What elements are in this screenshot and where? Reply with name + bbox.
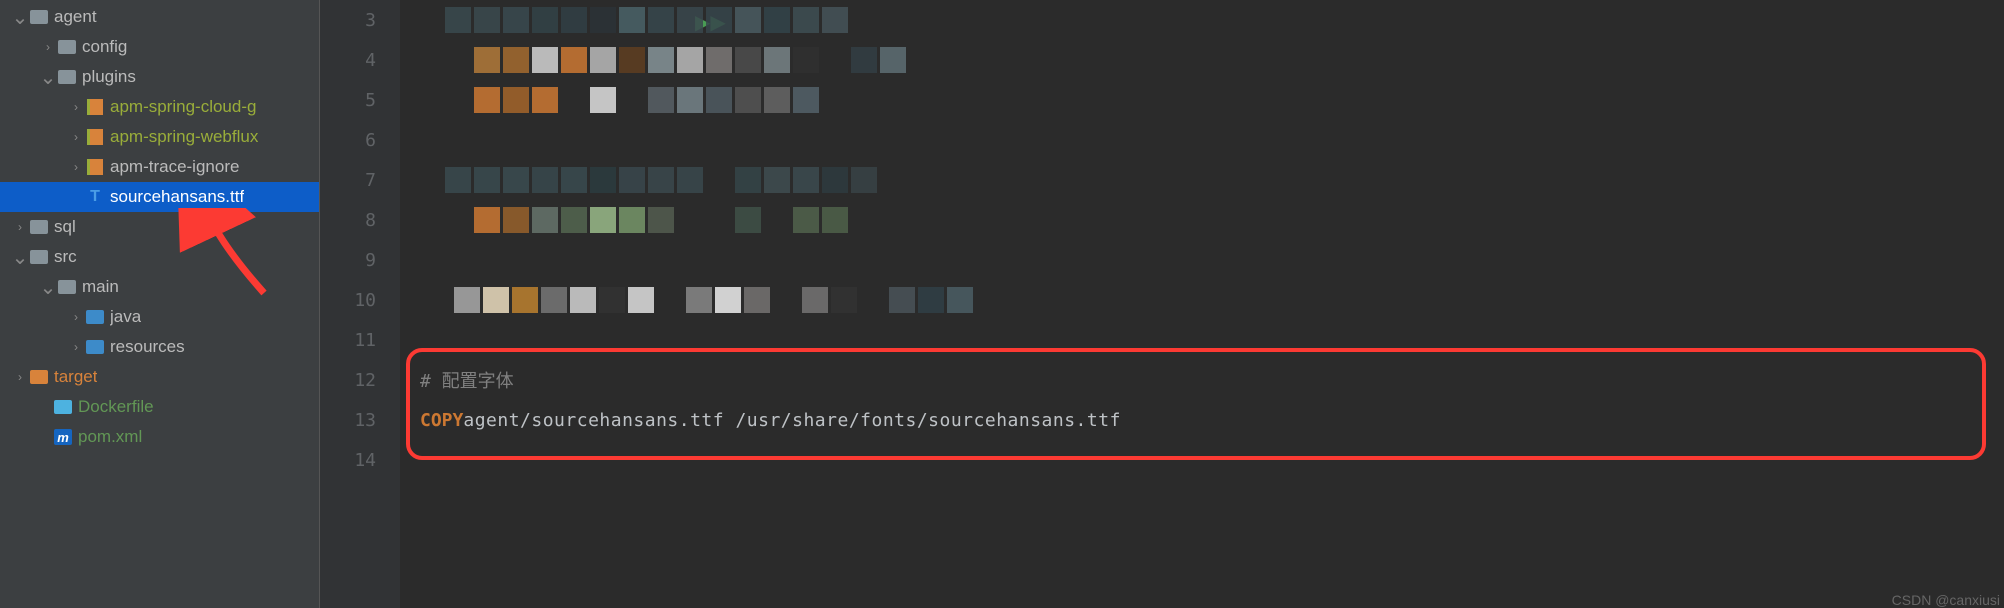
chevron-right-icon[interactable]: › xyxy=(40,40,56,54)
line-number: 14 xyxy=(320,440,376,480)
code-line-9[interactable] xyxy=(400,240,2004,280)
tree-item-label: Dockerfile xyxy=(78,397,154,417)
chevron-right-icon[interactable]: › xyxy=(68,130,84,144)
tree-item-label: pom.xml xyxy=(78,427,142,447)
tree-item-label: src xyxy=(54,247,77,267)
tree-item-label: sourcehansans.ttf xyxy=(110,187,244,207)
line-number: 6 xyxy=(320,120,376,160)
project-tree-sidebar[interactable]: ⌄ agent › config ⌄ plugins › apm-spring-cloud-g… xyxy=(0,0,320,608)
tree-item-dockerfile[interactable]: Dockerfile xyxy=(0,392,319,422)
chevron-down-icon[interactable]: ⌄ xyxy=(12,5,28,30)
tree-item-label: apm-spring-cloud-g xyxy=(110,97,256,117)
tree-item-plugins[interactable]: ⌄ plugins xyxy=(0,62,319,92)
comment-text: # 配置字体 xyxy=(420,367,514,393)
tree-item-pom-xml[interactable]: mpom.xml xyxy=(0,422,319,452)
module-icon xyxy=(84,158,106,176)
code-line-13[interactable]: COPY agent/sourcehansans.ttf /usr/share/… xyxy=(400,400,2004,440)
tree-item-label: resources xyxy=(110,337,185,357)
tree-item-agent[interactable]: ⌄ agent xyxy=(0,2,319,32)
chevron-down-icon[interactable]: ⌄ xyxy=(40,65,56,90)
line-number: 7 xyxy=(320,160,376,200)
code-line-3[interactable] xyxy=(400,0,2004,40)
chevron-down-icon[interactable]: ⌄ xyxy=(40,275,56,300)
line-number: 5 xyxy=(320,80,376,120)
line-number-gutter: 34567891011121314 xyxy=(320,0,400,608)
tree-item-apm-spring-cloud-g[interactable]: › apm-spring-cloud-g xyxy=(0,92,319,122)
keyword-text: COPY xyxy=(420,410,463,431)
line-number: 4 xyxy=(320,40,376,80)
font-file-icon: T xyxy=(84,188,106,206)
code-line-11[interactable] xyxy=(400,320,2004,360)
tree-item-java[interactable]: › java xyxy=(0,302,319,332)
code-line-8[interactable] xyxy=(400,200,2004,240)
tree-item-label: main xyxy=(82,277,119,297)
chevron-down-icon[interactable]: ⌄ xyxy=(12,245,28,270)
tree-item-config[interactable]: › config xyxy=(0,32,319,62)
obfuscated-content xyxy=(445,7,848,33)
chevron-right-icon[interactable]: › xyxy=(68,340,84,354)
obfuscated-content xyxy=(445,47,906,73)
obfuscated-content xyxy=(445,207,848,233)
tree-item-apm-spring-webflux[interactable]: › apm-spring-webflux xyxy=(0,122,319,152)
code-line-4[interactable] xyxy=(400,40,2004,80)
line-number: 3 xyxy=(320,0,376,40)
folder-icon xyxy=(28,248,50,266)
module-icon xyxy=(84,128,106,146)
tree-item-label: apm-trace-ignore xyxy=(110,157,239,177)
tree-item-label: java xyxy=(110,307,141,327)
chevron-right-icon[interactable]: › xyxy=(12,220,28,234)
target-folder-icon xyxy=(28,368,50,386)
line-number: 12 xyxy=(320,360,376,400)
folder-icon xyxy=(56,68,78,86)
code-editor[interactable]: ▶▶ 34567891011121314 # 配置字体COPY agent/so… xyxy=(320,0,2004,608)
tree-item-target[interactable]: › target xyxy=(0,362,319,392)
obfuscated-content xyxy=(445,87,819,113)
chevron-right-icon[interactable]: › xyxy=(68,160,84,174)
tree-item-main[interactable]: ⌄ main xyxy=(0,272,319,302)
line-number: 13 xyxy=(320,400,376,440)
tree-item-src[interactable]: ⌄ src xyxy=(0,242,319,272)
docker-file-icon xyxy=(52,398,74,416)
line-number: 10 xyxy=(320,280,376,320)
tree-item-label: plugins xyxy=(82,67,136,87)
tree-item-sql[interactable]: › sql xyxy=(0,212,319,242)
tree-item-resources[interactable]: › resources xyxy=(0,332,319,362)
code-text: agent/sourcehansans.ttf /usr/share/fonts… xyxy=(463,410,1121,431)
code-line-14[interactable] xyxy=(400,440,2004,480)
folder-icon xyxy=(56,278,78,296)
tree-item-apm-trace-ignore[interactable]: › apm-trace-ignore xyxy=(0,152,319,182)
module-icon xyxy=(84,98,106,116)
line-number: 11 xyxy=(320,320,376,360)
chevron-right-icon[interactable]: › xyxy=(68,100,84,114)
obfuscated-content xyxy=(425,287,973,313)
obfuscated-content xyxy=(445,167,877,193)
line-number: 8 xyxy=(320,200,376,240)
code-line-12[interactable]: # 配置字体 xyxy=(400,360,2004,400)
tree-item-label: agent xyxy=(54,7,97,27)
tree-item-sourcehansans-ttf[interactable]: Tsourcehansans.ttf xyxy=(0,182,319,212)
resource-folder-icon xyxy=(84,338,106,356)
tree-item-label: sql xyxy=(54,217,76,237)
code-line-7[interactable] xyxy=(400,160,2004,200)
tree-item-label: apm-spring-webflux xyxy=(110,127,258,147)
code-line-6[interactable] xyxy=(400,120,2004,160)
folder-icon xyxy=(56,38,78,56)
folder-icon xyxy=(28,218,50,236)
watermark: CSDN @canxiusi xyxy=(1892,592,2000,608)
tree-item-label: config xyxy=(82,37,127,57)
code-line-5[interactable] xyxy=(400,80,2004,120)
folder-icon xyxy=(28,8,50,26)
maven-file-icon: m xyxy=(52,428,74,446)
chevron-right-icon[interactable]: › xyxy=(12,370,28,384)
line-number: 9 xyxy=(320,240,376,280)
chevron-right-icon[interactable]: › xyxy=(68,310,84,324)
code-content[interactable]: # 配置字体 COPY agent/sourcehansans.ttf /usr/… xyxy=(400,0,2004,608)
source-folder-icon xyxy=(84,308,106,326)
code-line-10[interactable] xyxy=(400,280,2004,320)
tree-item-label: target xyxy=(54,367,97,387)
